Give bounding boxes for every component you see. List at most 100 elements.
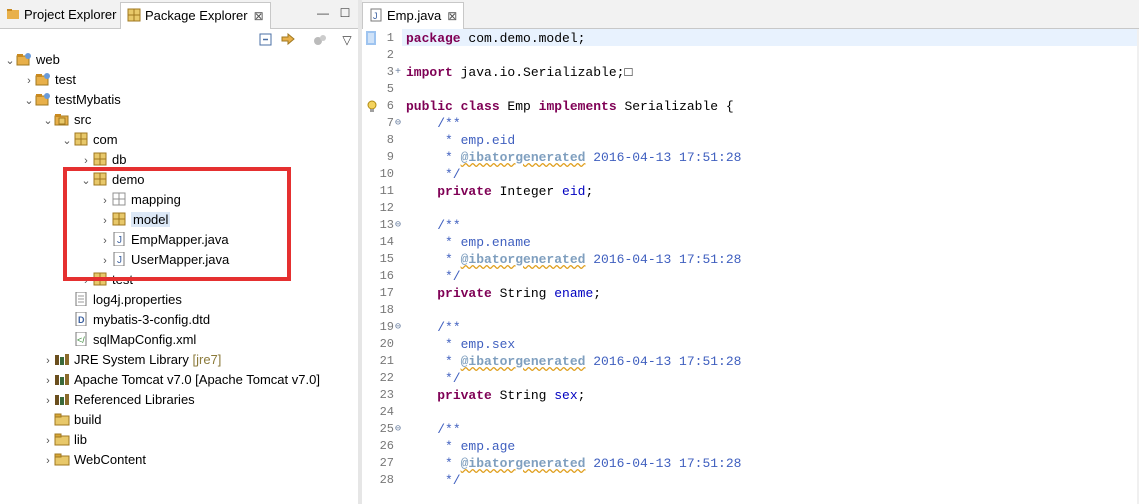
code-line[interactable]: package com.demo.model; — [406, 30, 585, 47]
code-line[interactable]: * @ibatorgenerated 2016-04-13 17:51:28 — [406, 455, 741, 472]
code-line[interactable]: * emp.age — [406, 438, 515, 455]
xml-file-icon: </ — [73, 331, 89, 347]
library-icon — [54, 392, 70, 406]
project-explorer-icon — [7, 9, 19, 19]
expanded-arrow-icon[interactable]: ⌄ — [4, 51, 16, 71]
tab-package-explorer[interactable]: Package Explorer ⊠ — [120, 2, 271, 29]
line-number: 10 — [379, 167, 394, 181]
code-line[interactable]: * @ibatorgenerated 2016-04-13 17:51:28 — [406, 251, 741, 268]
close-icon[interactable]: ⊠ — [254, 9, 264, 23]
tree-item-sqlmapconfig[interactable]: </ sqlMapConfig.xml — [61, 330, 196, 350]
code-line[interactable]: /** — [406, 115, 460, 132]
tree-item-label: sqlMapConfig.xml — [93, 332, 197, 347]
tree-item-demo[interactable]: ⌄ demo — [80, 170, 144, 191]
tree-item-com[interactable]: ⌄ com — [61, 130, 117, 151]
code-line[interactable]: * @ibatorgenerated 2016-04-13 17:51:28 — [406, 149, 741, 166]
tree-item-log4j[interactable]: log4j.properties — [61, 290, 182, 310]
code-line[interactable]: * emp.sex — [406, 336, 515, 353]
line-number: 9 — [386, 150, 394, 164]
code-line[interactable]: import java.io.Serializable;□ — [406, 64, 632, 81]
maximize-icon[interactable]: ☐ — [338, 6, 352, 20]
svg-text:</: </ — [77, 335, 85, 345]
tree-item-tomcat[interactable]: › Apache Tomcat v7.0 [Apache Tomcat v7.0] — [42, 370, 320, 390]
code-line[interactable]: private String ename; — [406, 285, 601, 302]
line-number: 16 — [379, 269, 394, 283]
tree-item-mapping[interactable]: › mapping — [99, 190, 181, 210]
tree-item-webcontent[interactable]: › WebContent — [42, 450, 146, 470]
code-line[interactable]: private String sex; — [406, 387, 585, 404]
view-menu-icon[interactable]: ▽ — [340, 33, 354, 47]
java-file-icon: J — [111, 231, 127, 247]
tree-item-db[interactable]: › db — [80, 150, 126, 170]
source-folder-icon — [54, 112, 70, 126]
code-line[interactable]: */ — [406, 472, 461, 489]
project-icon — [35, 72, 51, 86]
collapsed-arrow-icon[interactable]: › — [99, 251, 111, 271]
code-line[interactable]: */ — [406, 370, 461, 387]
code-line[interactable]: /** — [406, 319, 460, 336]
fold-collapse-icon[interactable]: ⊖ — [395, 115, 401, 132]
tree-item-lib[interactable]: › lib — [42, 430, 87, 450]
collapsed-arrow-icon[interactable]: › — [42, 391, 54, 411]
code-line[interactable]: /** — [406, 217, 460, 234]
tree-item-empmapper[interactable]: › J EmpMapper.java — [99, 230, 229, 250]
expanded-arrow-icon[interactable]: ⌄ — [61, 131, 73, 151]
collapsed-arrow-icon[interactable]: › — [80, 271, 92, 291]
tab-project-explorer[interactable]: Project Explorer — [0, 2, 122, 28]
focus-icon[interactable] — [312, 33, 328, 47]
tree-item-jre[interactable]: › JRE System Library [jre7] — [42, 350, 221, 370]
tree-item-label: test — [55, 72, 76, 87]
project-icon — [16, 52, 32, 66]
collapsed-arrow-icon[interactable]: › — [80, 151, 92, 171]
tree-item-build[interactable]: build — [42, 410, 101, 430]
dtd-file-icon: D — [73, 311, 89, 327]
line-number: 5 — [386, 82, 394, 96]
expanded-arrow-icon[interactable]: ⌄ — [23, 91, 35, 111]
tree-item-reflibs[interactable]: › Referenced Libraries — [42, 390, 195, 410]
code-line[interactable]: */ — [406, 166, 461, 183]
tree-item-test-pkg[interactable]: › test — [80, 270, 133, 290]
tree-item-label: test — [112, 272, 133, 287]
collapsed-arrow-icon[interactable]: › — [42, 431, 54, 451]
tree-item-test[interactable]: › test — [23, 70, 76, 90]
expanded-arrow-icon[interactable]: ⌄ — [42, 111, 54, 131]
fold-expand-icon[interactable]: + — [395, 64, 401, 81]
collapsed-arrow-icon[interactable]: › — [42, 451, 54, 471]
line-number: 11 — [379, 184, 394, 198]
folder-icon — [54, 412, 70, 426]
tab-emp-java[interactable]: J Emp.java ⊠ — [362, 2, 465, 29]
collapsed-arrow-icon[interactable]: › — [42, 351, 54, 371]
code-line[interactable]: * @ibatorgenerated 2016-04-13 17:51:28 — [406, 353, 741, 370]
collapse-all-icon[interactable] — [258, 33, 274, 47]
line-number: 21 — [379, 354, 394, 368]
code-line[interactable]: private Integer eid; — [406, 183, 593, 200]
fold-collapse-icon[interactable]: ⊖ — [395, 319, 401, 336]
code-line[interactable]: * emp.eid — [406, 132, 515, 149]
close-icon[interactable]: ⊠ — [447, 9, 457, 23]
tree-item-testmybatis[interactable]: ⌄ testMybatis — [23, 90, 120, 111]
tree-item-label: web — [36, 52, 60, 67]
fold-collapse-icon[interactable]: ⊖ — [395, 217, 401, 234]
code-line[interactable]: public class Emp implements Serializable… — [406, 98, 734, 115]
minimize-icon[interactable]: — — [316, 6, 330, 20]
collapsed-arrow-icon[interactable]: › — [99, 191, 111, 211]
tree-item-dtd[interactable]: Dmybatis-3-config.dtd — [61, 310, 210, 330]
collapsed-arrow-icon[interactable]: › — [99, 211, 111, 231]
code-editor[interactable]: 1 2 3 +5 6 7 ⊖ 8 9 10 11 12 13 ⊖ 14 15 16 17 18 19 ⊖ 20 21 22 23… — [362, 29, 1139, 504]
collapsed-arrow-icon[interactable]: › — [42, 371, 54, 391]
code-line[interactable]: */ — [406, 268, 461, 285]
tree-item-web[interactable]: ⌄ web — [4, 50, 60, 71]
tree-item-src[interactable]: ⌄ src — [42, 110, 91, 130]
collapsed-arrow-icon[interactable]: › — [99, 231, 111, 251]
code-line[interactable]: /** — [406, 421, 460, 438]
fold-collapse-icon[interactable]: ⊖ — [395, 421, 401, 438]
line-number: 25 — [379, 422, 394, 436]
tree-item-label: mapping — [131, 192, 181, 207]
tree-item-usermapper[interactable]: › J UserMapper.java — [99, 250, 229, 270]
tree-item-model[interactable]: › model — [99, 210, 171, 231]
collapsed-arrow-icon[interactable]: › — [23, 71, 35, 91]
code-line[interactable]: * emp.ename — [406, 234, 531, 251]
link-with-editor-icon[interactable] — [280, 33, 296, 47]
line-number: 13 — [379, 218, 394, 232]
expanded-arrow-icon[interactable]: ⌄ — [80, 171, 92, 191]
